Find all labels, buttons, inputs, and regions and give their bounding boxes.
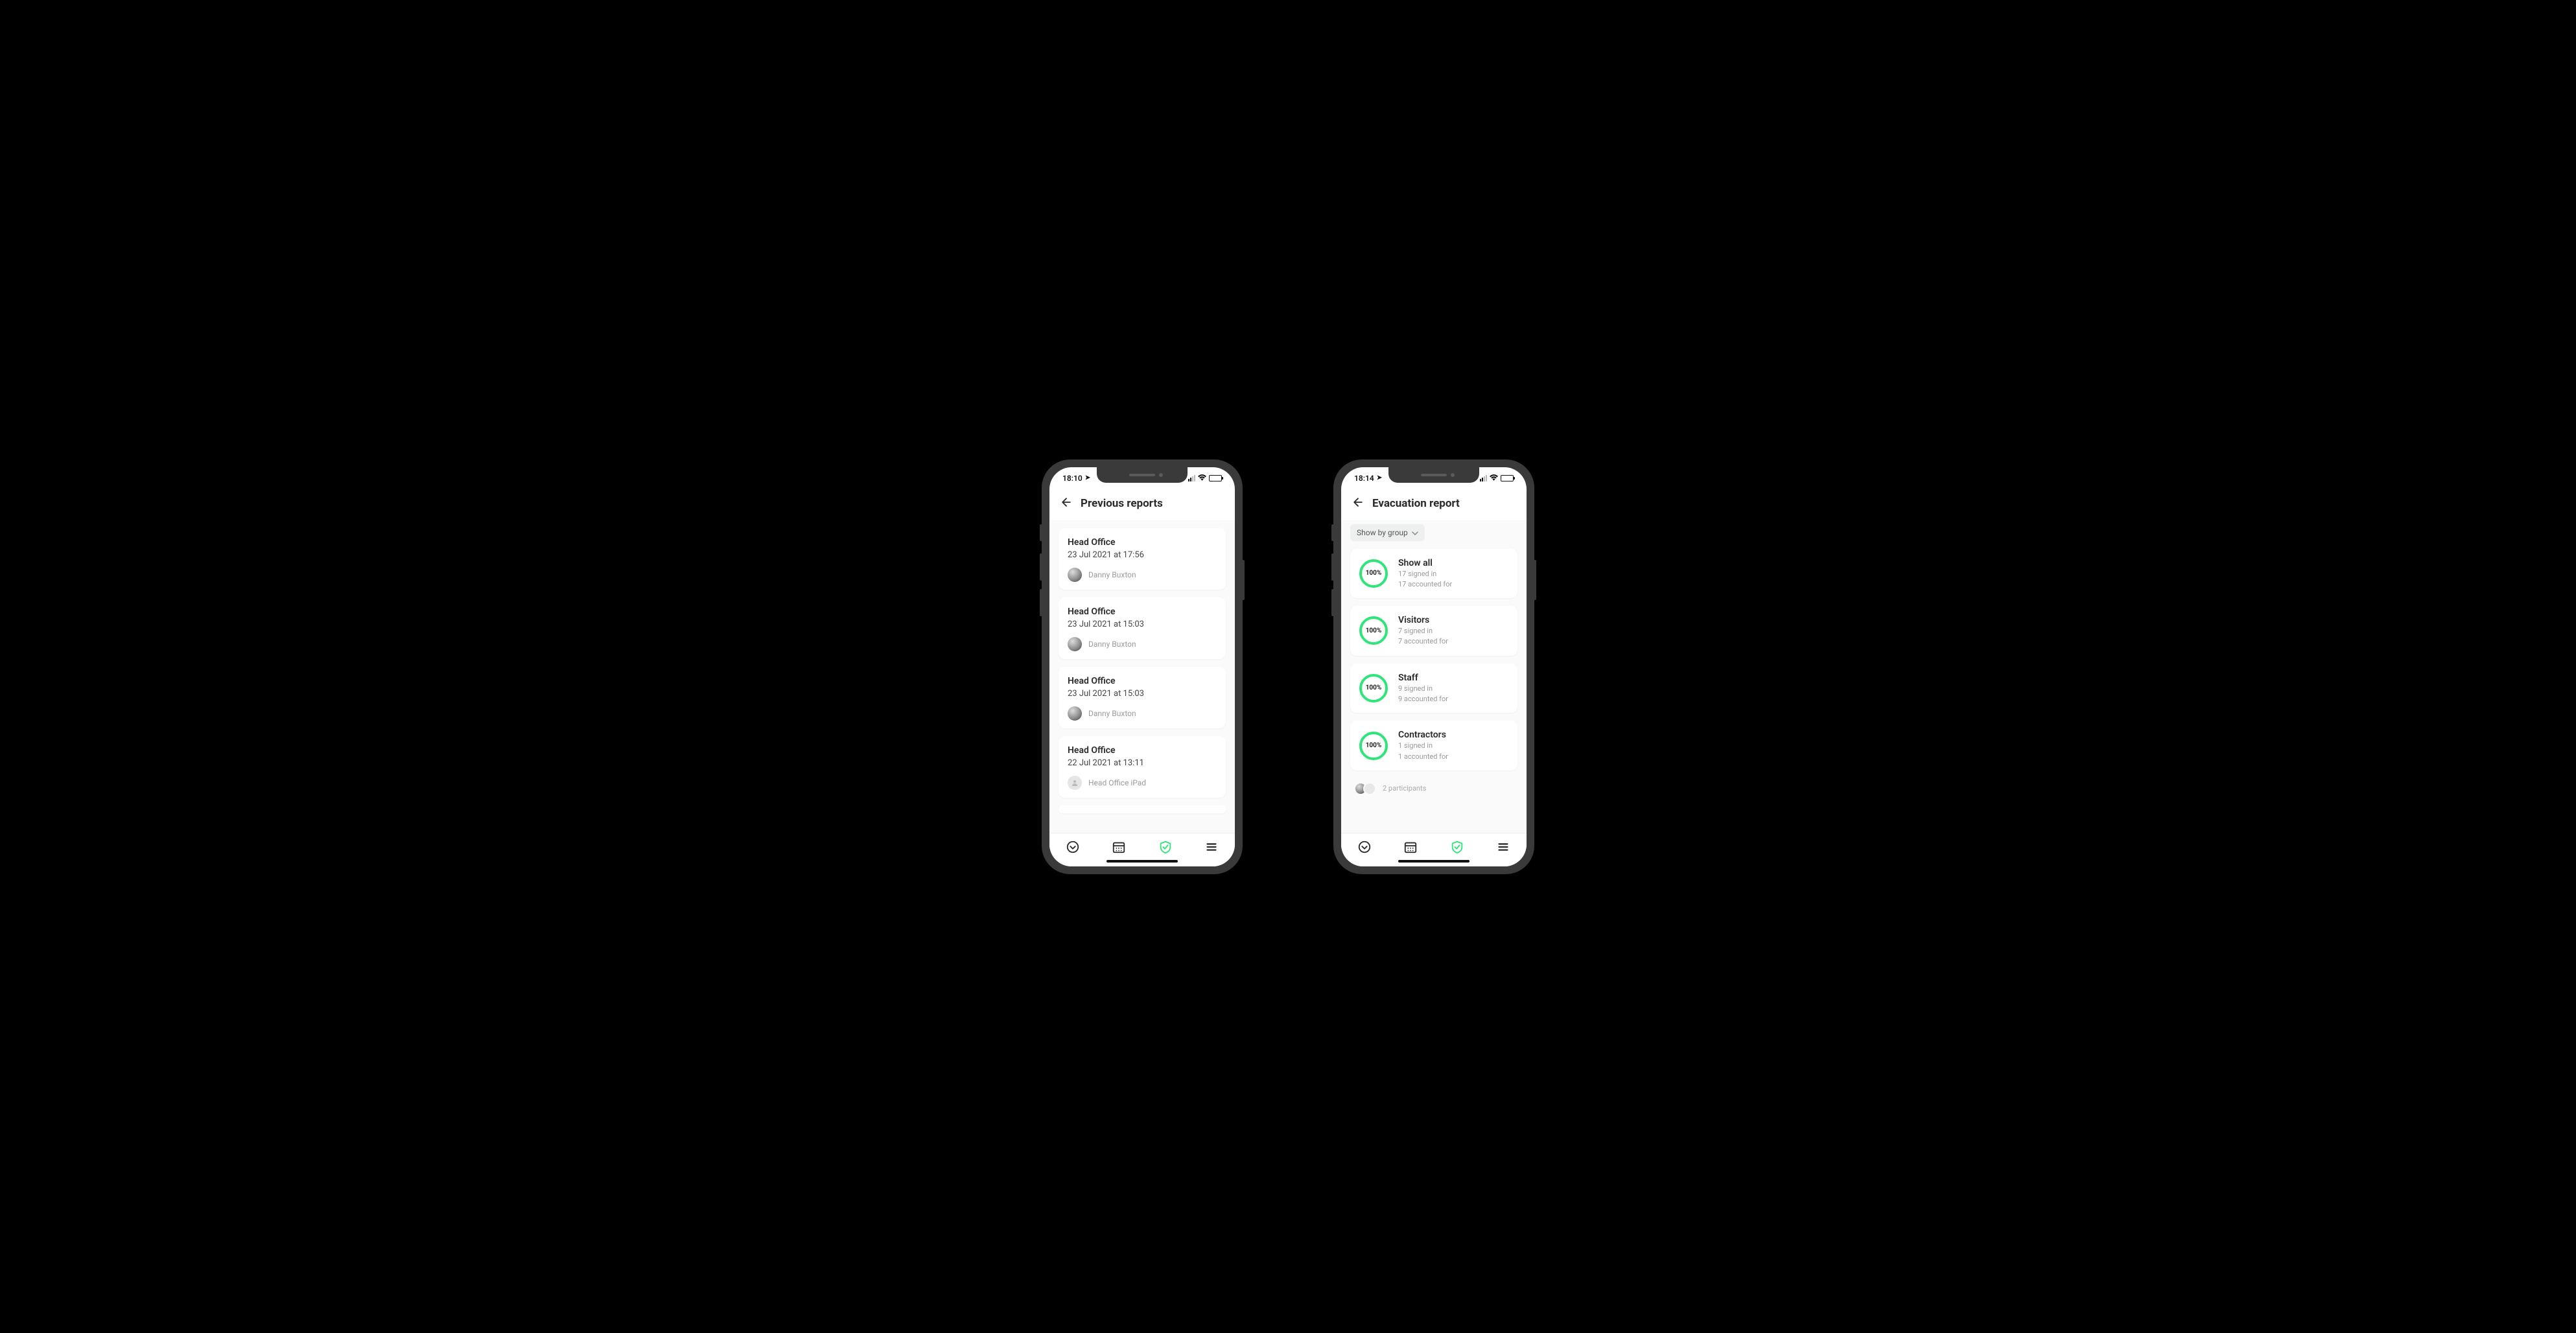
report-author: Danny Buxton xyxy=(1088,709,1136,718)
status-time: 18:10 xyxy=(1062,474,1083,483)
status-time: 18:14 xyxy=(1354,474,1374,483)
report-card[interactable]: Head Office 23 Jul 2021 at 15:03 Danny B… xyxy=(1059,667,1226,728)
back-arrow-icon[interactable] xyxy=(1060,496,1073,511)
avatar xyxy=(1068,568,1082,582)
report-location: Head Office xyxy=(1068,537,1217,548)
page-title: Evacuation report xyxy=(1372,497,1460,510)
avatar xyxy=(1068,776,1082,790)
group-signed-in: 9 signed in xyxy=(1398,684,1448,693)
page-title: Previous reports xyxy=(1081,497,1163,510)
group-signed-in: 7 signed in xyxy=(1398,627,1448,636)
filter-dropdown[interactable]: Show by group xyxy=(1350,524,1425,541)
location-arrow-icon: ➤ xyxy=(1377,474,1382,481)
group-card[interactable]: 100% Contractors 1 signed in 1 accounted… xyxy=(1350,721,1517,771)
avatar-stack xyxy=(1354,782,1376,795)
group-title: Show all xyxy=(1398,558,1452,568)
report-author: Head Office iPad xyxy=(1088,778,1146,787)
signal-icon xyxy=(1480,475,1487,481)
participants-row[interactable]: 2 participants xyxy=(1350,771,1517,795)
group-card[interactable]: 100% Show all 17 signed in 17 accounted … xyxy=(1350,549,1517,599)
nav-calendar-icon[interactable] xyxy=(1403,840,1418,857)
report-location: Head Office xyxy=(1068,676,1217,686)
report-location: Head Office xyxy=(1068,745,1217,756)
group-title: Contractors xyxy=(1398,730,1448,740)
group-accounted: 9 accounted for xyxy=(1398,695,1448,704)
group-accounted: 17 accounted for xyxy=(1398,580,1452,589)
notch xyxy=(1097,467,1188,483)
progress-ring: 100% xyxy=(1359,616,1388,645)
home-indicator[interactable] xyxy=(1107,860,1178,863)
nav-clock-icon[interactable] xyxy=(1357,840,1372,857)
report-card[interactable]: Head Office 22 Jul 2021 at 13:11 Head Of… xyxy=(1059,736,1226,798)
group-signed-in: 17 signed in xyxy=(1398,570,1452,579)
back-arrow-icon[interactable] xyxy=(1352,496,1364,511)
group-card[interactable]: 100% Staff 9 signed in 9 accounted for xyxy=(1350,664,1517,713)
report-datetime: 23 Jul 2021 at 15:03 xyxy=(1068,689,1217,699)
report-datetime: 23 Jul 2021 at 17:56 xyxy=(1068,550,1217,560)
evacuation-content[interactable]: Show by group 100% Show all 17 signed in… xyxy=(1341,520,1527,833)
group-signed-in: 1 signed in xyxy=(1398,741,1448,750)
report-location: Head Office xyxy=(1068,607,1217,617)
wifi-icon xyxy=(1490,474,1498,483)
nav-calendar-icon[interactable] xyxy=(1112,840,1126,857)
group-title: Visitors xyxy=(1398,615,1448,625)
page-header: Evacuation report xyxy=(1341,489,1527,520)
nav-shield-icon[interactable] xyxy=(1158,840,1173,857)
avatar xyxy=(1068,637,1082,651)
report-card[interactable] xyxy=(1059,806,1226,813)
phone-mockup-evacuation-report: 18:14 ➤ Evacuation report Show by group … xyxy=(1333,459,1534,874)
group-title: Staff xyxy=(1398,673,1448,683)
report-card[interactable]: Head Office 23 Jul 2021 at 17:56 Danny B… xyxy=(1059,528,1226,590)
group-card[interactable]: 100% Visitors 7 signed in 7 accounted fo… xyxy=(1350,606,1517,656)
nav-clock-icon[interactable] xyxy=(1066,840,1080,857)
nav-shield-icon[interactable] xyxy=(1450,840,1464,857)
progress-ring: 100% xyxy=(1359,559,1388,588)
report-card[interactable]: Head Office 23 Jul 2021 at 15:03 Danny B… xyxy=(1059,597,1226,659)
reports-list[interactable]: Head Office 23 Jul 2021 at 17:56 Danny B… xyxy=(1049,520,1235,833)
phone-mockup-previous-reports: 18:10 ➤ Previous reports Head Office 23 … xyxy=(1042,459,1243,874)
battery-icon xyxy=(1209,475,1222,481)
signal-icon xyxy=(1188,475,1195,481)
group-accounted: 1 accounted for xyxy=(1398,752,1448,761)
wifi-icon xyxy=(1198,474,1206,483)
page-header: Previous reports xyxy=(1049,489,1235,520)
avatar xyxy=(1363,782,1376,795)
avatar xyxy=(1068,706,1082,721)
report-datetime: 23 Jul 2021 at 15:03 xyxy=(1068,620,1217,629)
progress-ring: 100% xyxy=(1359,732,1388,760)
nav-menu-icon[interactable] xyxy=(1204,840,1219,857)
progress-ring: 100% xyxy=(1359,674,1388,702)
nav-menu-icon[interactable] xyxy=(1496,840,1510,857)
participants-label: 2 participants xyxy=(1383,784,1426,793)
chevron-down-icon xyxy=(1412,528,1418,537)
notch xyxy=(1388,467,1479,483)
home-indicator[interactable] xyxy=(1398,860,1469,863)
group-accounted: 7 accounted for xyxy=(1398,637,1448,646)
filter-label: Show by group xyxy=(1357,528,1408,537)
battery-icon xyxy=(1501,475,1514,481)
location-arrow-icon: ➤ xyxy=(1085,474,1090,481)
report-author: Danny Buxton xyxy=(1088,640,1136,649)
report-author: Danny Buxton xyxy=(1088,570,1136,579)
report-datetime: 22 Jul 2021 at 13:11 xyxy=(1068,758,1217,768)
